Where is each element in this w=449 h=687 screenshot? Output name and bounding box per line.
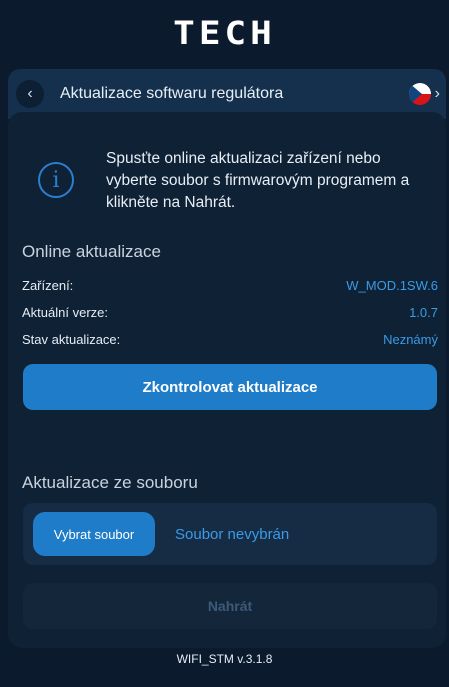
- upload-button[interactable]: Nahrát: [23, 583, 437, 629]
- tech-logo: TECH: [173, 14, 276, 52]
- select-file-button[interactable]: Vybrat soubor: [33, 512, 155, 556]
- back-button[interactable]: ‹: [16, 80, 44, 108]
- chevron-left-icon: ‹: [27, 85, 33, 102]
- update-card: i Spusťte online aktualizaci zařízení ne…: [8, 112, 446, 648]
- file-section-title: Aktualizace ze souboru: [22, 473, 198, 492]
- info-text: Spusťte online aktualizaci zařízení nebo…: [106, 150, 410, 211]
- check-updates-button[interactable]: Zkontrolovat aktualizace: [23, 364, 437, 410]
- version-row: Aktuální verze: 1.0.7: [22, 305, 438, 320]
- info-box: i Spusťte online aktualizaci zařízení ne…: [8, 148, 446, 214]
- device-label: Zařízení:: [22, 278, 74, 293]
- info-icon: i: [38, 162, 74, 198]
- logo-bar: TECH: [0, 0, 449, 66]
- file-picker: Vybrat soubor Soubor nevybrán: [23, 503, 437, 565]
- czech-flag-icon[interactable]: [408, 83, 431, 105]
- chevron-right-icon[interactable]: ›: [435, 85, 440, 103]
- update-status-value: Neznámý: [383, 332, 438, 347]
- device-row: Zařízení: W_MOD.1SW.6: [22, 278, 438, 293]
- version-value: 1.0.7: [409, 305, 438, 320]
- page-title: Aktualizace softwaru regulátora: [60, 85, 284, 102]
- file-status: Soubor nevybrán: [175, 525, 290, 543]
- update-status-label: Stav aktualizace:: [22, 332, 121, 347]
- device-value: W_MOD.1SW.6: [346, 278, 438, 293]
- version-label: Aktuální verze:: [22, 305, 108, 320]
- update-status-row: Stav aktualizace: Neznámý: [22, 332, 438, 347]
- footer-version: WIFI_STM v.3.1.8: [176, 652, 273, 666]
- online-section-title: Online aktualizace: [22, 242, 161, 261]
